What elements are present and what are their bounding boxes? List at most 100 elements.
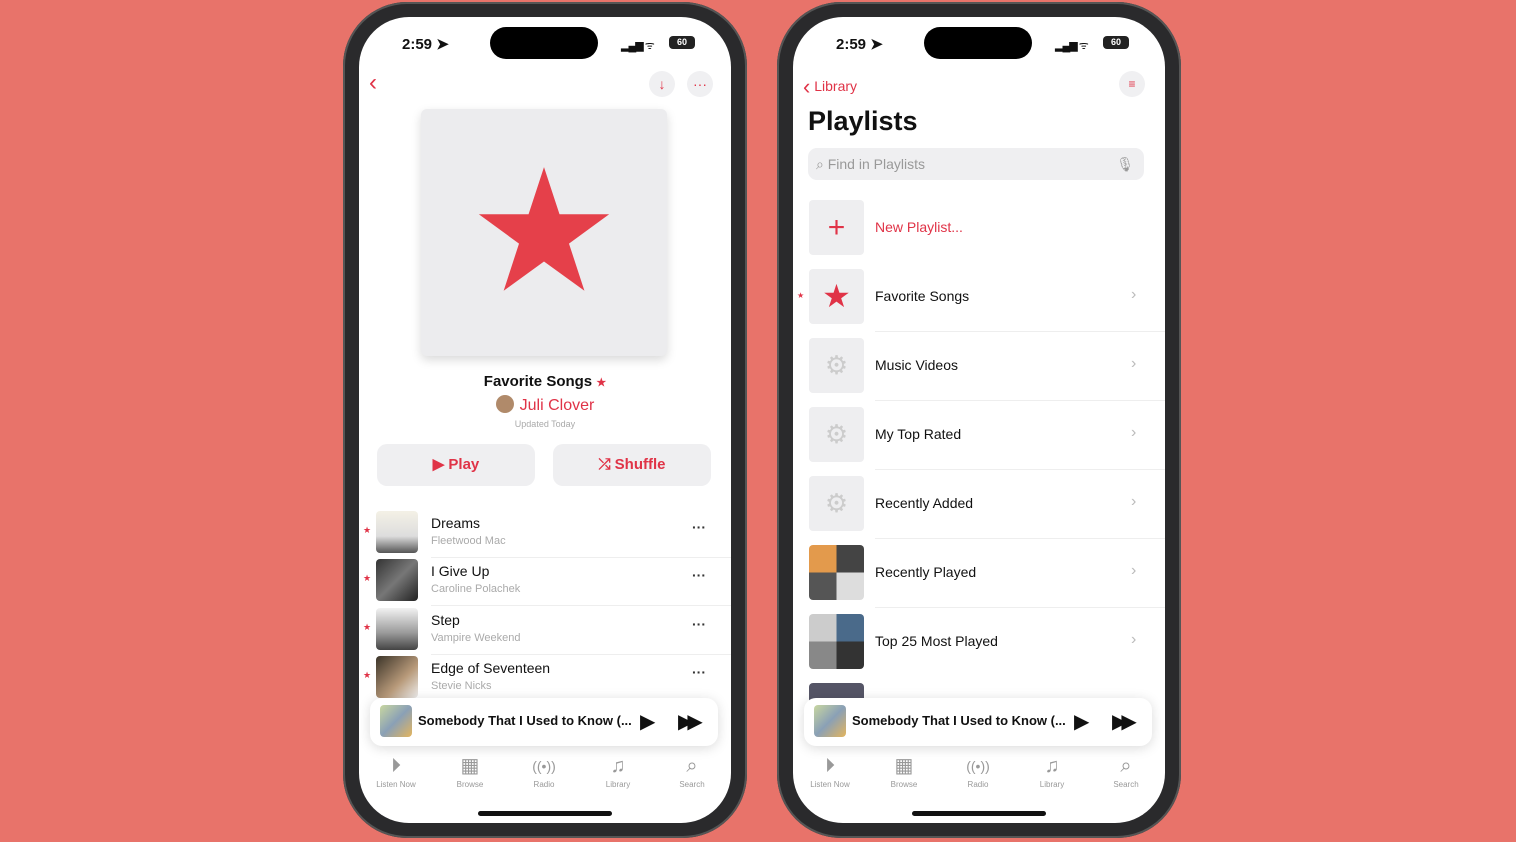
tab-search[interactable]: ⌕ Search xyxy=(655,754,729,789)
owner-link[interactable]: Juli Clover xyxy=(359,395,731,415)
gear-icon: ⚙ xyxy=(809,476,864,531)
home-indicator xyxy=(478,811,612,816)
radio-icon: ((•)) xyxy=(532,758,556,774)
back-library-button[interactable]: ‹ Library xyxy=(803,74,857,100)
status-time: 2:59 ➤ xyxy=(836,36,883,53)
favorite-star-icon: ★ xyxy=(596,377,607,389)
phone-right: 2:59 ➤ ▂▄▆ ᯤ 60 ‹ Library ≡ Playlists ⌕ … xyxy=(777,2,1181,838)
updated-label: Updated Today xyxy=(514,419,576,429)
song-more-icon[interactable]: ··· xyxy=(692,519,706,535)
tab-radio[interactable]: ((•)) Radio xyxy=(941,754,1015,789)
grid-icon: ▦ xyxy=(894,755,914,777)
back-button[interactable]: ‹ xyxy=(369,69,377,97)
filter-button[interactable]: ≡ xyxy=(1119,71,1145,97)
tab-browse[interactable]: ▦ Browse xyxy=(867,754,941,789)
divider xyxy=(875,607,1165,608)
signal-wifi-icon: ▂▄▆ ᯤ xyxy=(621,40,655,52)
playlist-row[interactable]: Top 25 Most Played › xyxy=(793,614,1165,683)
playlist-row[interactable]: ⚙ Music Videos › xyxy=(793,338,1165,407)
album-art xyxy=(376,656,418,698)
album-art xyxy=(376,608,418,650)
chevron-right-icon: › xyxy=(1131,631,1137,648)
chevron-right-icon: › xyxy=(1131,355,1137,372)
star-icon: ★ xyxy=(809,269,864,324)
search-icon: ⌕ xyxy=(816,156,824,172)
battery-icon: 60 xyxy=(669,36,695,49)
download-button[interactable]: ↓ xyxy=(649,71,675,97)
song-more-icon[interactable]: ··· xyxy=(692,567,706,583)
star-icon: ★ xyxy=(467,137,621,327)
dynamic-island xyxy=(490,27,598,59)
favorite-star-icon: ★ xyxy=(363,573,372,583)
song-artist: Caroline Polachek xyxy=(431,583,521,595)
play-circle-icon: ⏵ xyxy=(825,755,835,777)
song-artist: Stevie Nicks xyxy=(431,680,492,692)
favorite-star-icon: ★ xyxy=(363,525,372,535)
tab-library[interactable]: ♫ Library xyxy=(1015,754,1089,789)
phone-left: 2:59 ➤ ▂▄▆ ᯤ 60 ‹ ↓ ··· ★ Favorite Songs… xyxy=(343,2,747,838)
fast-forward-icon[interactable]: ▶▶ xyxy=(1112,709,1137,734)
play-icon[interactable]: ▶ xyxy=(1074,709,1089,734)
play-button[interactable]: ▶ Play xyxy=(377,444,535,486)
divider xyxy=(875,469,1165,470)
chevron-right-icon: › xyxy=(1131,424,1137,441)
mini-player[interactable]: Somebody That I Used to Know (... ▶ ▶▶ xyxy=(804,698,1152,746)
song-title: Step xyxy=(431,612,460,628)
tab-radio[interactable]: ((•)) Radio xyxy=(507,754,581,789)
song-more-icon[interactable]: ··· xyxy=(692,616,706,632)
song-title: Edge of Seventeen xyxy=(431,660,551,676)
divider xyxy=(875,538,1165,539)
plus-icon: + xyxy=(809,200,864,255)
playlist-row[interactable]: ⚙ My Top Rated › xyxy=(793,407,1165,476)
song-artist: Fleetwood Mac xyxy=(431,535,506,547)
more-button[interactable]: ··· xyxy=(687,71,713,97)
playlist-detail-screen: 2:59 ➤ ▂▄▆ ᯤ 60 ‹ ↓ ··· ★ Favorite Songs… xyxy=(359,17,731,823)
song-title: I Give Up xyxy=(431,563,490,579)
home-indicator xyxy=(912,811,1046,816)
search-field[interactable]: ⌕ Find in Playlists 🎙 xyxy=(808,148,1144,180)
tab-search[interactable]: ⌕ Search xyxy=(1089,754,1163,789)
song-more-icon[interactable]: ··· xyxy=(692,664,706,680)
mini-player[interactable]: Somebody That I Used to Know (... ▶ ▶▶ xyxy=(370,698,718,746)
playlist-row[interactable]: Recently Played › xyxy=(793,545,1165,614)
divider xyxy=(431,605,731,606)
library-icon: ♫ xyxy=(610,755,626,777)
divider xyxy=(875,331,1165,332)
divider xyxy=(431,557,731,558)
fast-forward-icon[interactable]: ▶▶ xyxy=(678,709,703,734)
now-playing-art xyxy=(814,705,846,737)
signal-wifi-icon: ▂▄▆ ᯤ xyxy=(1055,40,1089,52)
tab-library[interactable]: ♫ Library xyxy=(581,754,655,789)
shuffle-button[interactable]: ⤮ Shuffle xyxy=(553,444,711,486)
chevron-right-icon: › xyxy=(1131,493,1137,510)
now-playing-art xyxy=(380,705,412,737)
playlist-title: Favorite Songs ★ xyxy=(483,373,607,390)
favorite-star-icon: ★ xyxy=(363,670,372,680)
page-title: Playlists xyxy=(808,106,918,136)
gear-icon: ⚙ xyxy=(809,338,864,393)
gear-icon: ⚙ xyxy=(809,407,864,462)
tab-browse[interactable]: ▦ Browse xyxy=(433,754,507,789)
chevron-right-icon: › xyxy=(1131,286,1137,303)
new-playlist-row[interactable]: + New Playlist... xyxy=(793,200,1165,269)
tab-listen-now[interactable]: ⏵ Listen Now xyxy=(359,754,433,789)
song-row[interactable]: ★ I Give Up Caroline Polachek ··· xyxy=(359,559,731,607)
song-row[interactable]: ★ Step Vampire Weekend ··· xyxy=(359,608,731,656)
play-icon[interactable]: ▶ xyxy=(640,709,655,734)
song-row[interactable]: ★ Dreams Fleetwood Mac ··· xyxy=(359,511,731,559)
status-time: 2:59 ➤ xyxy=(402,36,449,53)
playlist-mosaic-art xyxy=(809,614,864,669)
favorite-star-icon: ★ xyxy=(363,622,372,632)
playlist-row[interactable]: ⚙ Recently Added › xyxy=(793,476,1165,545)
radio-icon: ((•)) xyxy=(966,758,990,774)
song-row[interactable]: ★ Edge of Seventeen Stevie Nicks ··· xyxy=(359,656,731,704)
song-title: Dreams xyxy=(431,515,481,531)
divider xyxy=(431,654,731,655)
playlist-row[interactable]: ★ ★ Favorite Songs › xyxy=(793,269,1165,338)
favorite-star-icon: ★ xyxy=(797,291,805,300)
microphone-icon[interactable]: 🎙 xyxy=(1116,148,1134,180)
tab-listen-now[interactable]: ⏵ Listen Now xyxy=(793,754,867,789)
chevron-left-icon: ‹ xyxy=(803,74,811,99)
playlist-artwork: ★ xyxy=(421,109,667,356)
avatar xyxy=(495,395,514,413)
